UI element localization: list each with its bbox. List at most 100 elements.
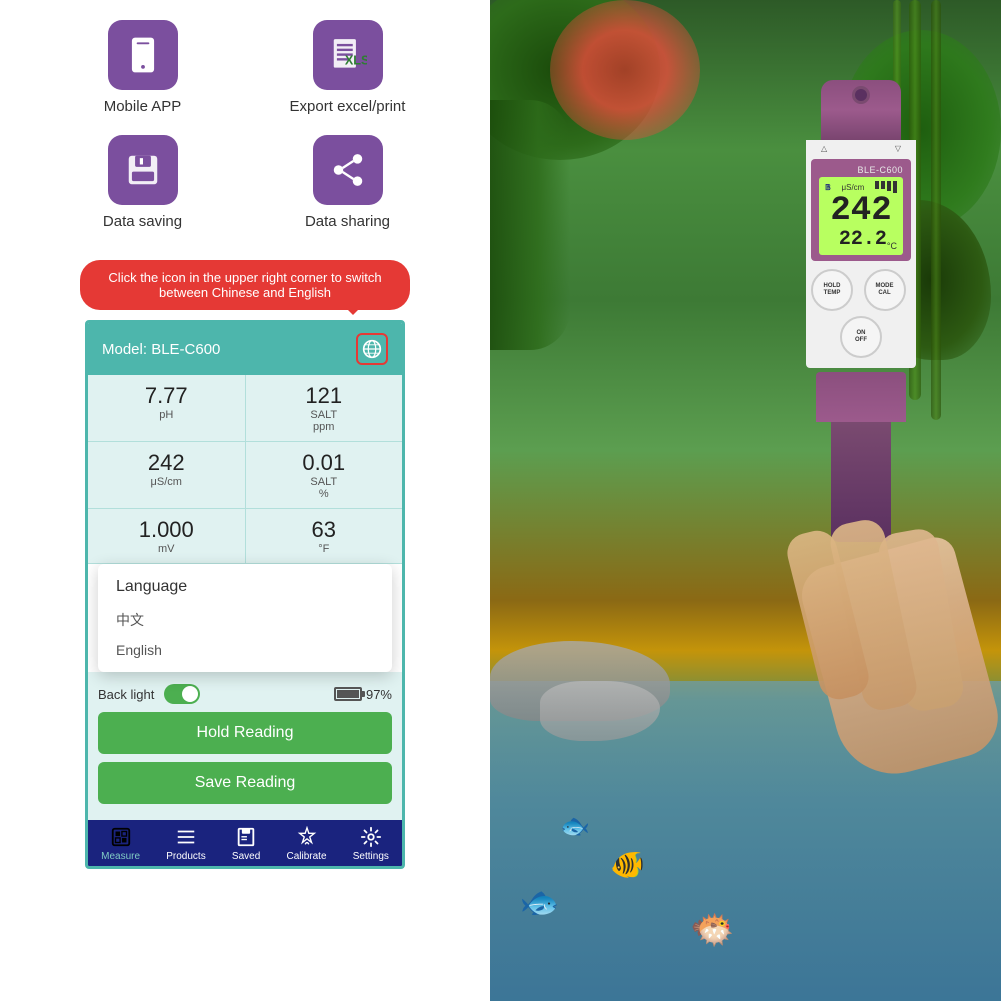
meter-model-label: BLE-C600: [819, 165, 903, 175]
hold-temp-button[interactable]: HOLDTEMP: [811, 269, 853, 311]
right-panel: 🐟 🐠 🐡 🐟: [490, 0, 1001, 1001]
globe-language-button[interactable]: [356, 333, 388, 365]
phone-header: Model: BLE-C600: [88, 323, 402, 375]
pct-unit: %: [256, 488, 393, 500]
readings-section: 7.77 pH 121 SALT ppm 242 μS/cm 0.01 SALT: [88, 375, 402, 564]
backlight-label: Back light: [98, 687, 154, 702]
phone-bottom: Back light 97% Hold Reading Save Reading: [88, 672, 402, 820]
ph-cell: 7.77 pH: [88, 375, 246, 441]
share-icon: [329, 151, 367, 189]
on-off-button[interactable]: ONOFF: [840, 316, 882, 358]
up-arrow: △: [821, 144, 827, 153]
nav-calibrate-label: Calibrate: [287, 851, 327, 862]
hold-reading-button[interactable]: Hold Reading: [98, 712, 392, 754]
language-tooltip: Click the icon in the upper right corner…: [80, 260, 410, 310]
foliage-left-side: [490, 100, 570, 350]
meter-buttons-grid: HOLDTEMP MODECAL: [811, 269, 911, 311]
ph-value: 7.77: [98, 383, 235, 409]
garden-background: 🐟 🐠 🐡 🐟: [490, 0, 1001, 1001]
ppm-unit: ppm: [256, 421, 393, 433]
nav-products[interactable]: Products: [166, 826, 205, 862]
bluetooth-icon: 𝔹: [825, 183, 831, 192]
products-icon: [175, 826, 197, 848]
battery-percentage: 97%: [366, 687, 392, 702]
saved-icon: [235, 826, 257, 848]
meter-display-screen: 𝔹 μS/cm 242 2: [819, 177, 903, 255]
meter-top-cap: [821, 80, 901, 140]
save-icon-box: [108, 135, 178, 205]
nav-products-label: Products: [166, 851, 205, 862]
nav-settings[interactable]: Settings: [353, 826, 389, 862]
reading-row-3: 1.000 mV 63 °F: [88, 509, 402, 564]
backlight-row: Back light 97%: [98, 680, 392, 712]
salt-unit: SALT: [256, 409, 393, 421]
reading-row-1: 7.77 pH 121 SALT ppm: [88, 375, 402, 442]
down-arrow: ▽: [895, 144, 901, 153]
conductivity-cell: 242 μS/cm: [88, 442, 246, 508]
fish-3: 🐡: [690, 909, 735, 951]
meter-probe-top: [816, 372, 906, 422]
export-label: Export excel/print: [290, 98, 406, 115]
nav-calibrate[interactable]: Calibrate: [287, 826, 327, 862]
lang-option-chinese[interactable]: 中文: [98, 604, 392, 636]
salt-ppm-cell: 121 SALT ppm: [246, 375, 403, 441]
mode-cal-label: MODECAL: [876, 283, 894, 297]
salt-pct-cell: 0.01 SALT %: [246, 442, 403, 508]
mv-unit: mV: [98, 543, 235, 555]
meter-arrow-row: △ ▽: [811, 144, 911, 153]
reading-row-2: 242 μS/cm 0.01 SALT %: [88, 442, 402, 509]
fish-1: 🐟: [520, 883, 560, 921]
data-saving-label: Data saving: [103, 213, 182, 230]
meter-display-wrap: BLE-C600 𝔹 μS/cm: [811, 159, 911, 261]
nav-settings-label: Settings: [353, 851, 389, 862]
mobile-icon: [124, 36, 162, 74]
bar-3: [887, 181, 891, 191]
data-sharing-label: Data sharing: [305, 213, 390, 230]
bar-1: [875, 181, 879, 189]
excel-icon-box: XLS: [313, 20, 383, 90]
backlight-toggle[interactable]: [164, 684, 200, 704]
left-panel: Mobile APP XLS Export excel/print: [0, 0, 490, 1001]
meter-temp-unit: °C: [887, 241, 897, 251]
share-icon-box: [313, 135, 383, 205]
lang-option-english[interactable]: English: [98, 636, 392, 664]
language-dropdown: Language 中文 English: [98, 564, 392, 672]
salt-pct-unit: SALT: [256, 476, 393, 488]
salt-ppm-value: 121: [256, 383, 393, 409]
save-reading-button[interactable]: Save Reading: [98, 762, 392, 804]
mv-value: 1.000: [98, 517, 235, 543]
measure-icon: [110, 826, 132, 848]
meter-body: △ ▽ BLE-C600 𝔹 μS/cm: [781, 80, 941, 542]
excel-icon: XLS: [329, 36, 367, 74]
save-icon: [124, 151, 162, 189]
battery-fill: [337, 690, 359, 698]
feature-data-sharing: Data sharing: [260, 135, 435, 230]
temp-cell: 63 °F: [246, 509, 403, 563]
bar-4: [893, 181, 897, 193]
nav-measure[interactable]: Measure: [101, 826, 140, 862]
mobile-icon-box: [108, 20, 178, 90]
globe-icon: [362, 339, 382, 359]
meter-temp-row: 22.2 °C: [825, 228, 897, 251]
calibrate-icon: [296, 826, 318, 848]
on-off-label: ONOFF: [855, 330, 867, 344]
meter-cap-ring: [852, 86, 870, 104]
red-leaves: [550, 0, 700, 140]
settings-icon: [360, 826, 382, 848]
mobile-app-label: Mobile APP: [104, 98, 182, 115]
bar-2: [881, 181, 885, 189]
meter-temp-reading: 22.2: [839, 228, 887, 251]
features-grid: Mobile APP XLS Export excel/print: [55, 20, 435, 230]
feature-mobile-app: Mobile APP: [55, 20, 230, 115]
conductivity-unit: μS/cm: [98, 476, 235, 488]
language-title: Language: [98, 572, 392, 604]
mv-cell: 1.000 mV: [88, 509, 246, 563]
fish-2: 🐠: [610, 848, 645, 881]
phone-model-label: Model: BLE-C600: [102, 341, 220, 358]
battery-indicator: 97%: [334, 687, 392, 702]
mode-cal-button[interactable]: MODECAL: [864, 269, 906, 311]
salt-pct-value: 0.01: [256, 450, 393, 476]
phone-mockup: Model: BLE-C600 7.77 pH 12: [85, 320, 405, 869]
meter-device: △ ▽ BLE-C600 𝔹 μS/cm: [781, 80, 941, 542]
nav-saved[interactable]: Saved: [232, 826, 260, 862]
